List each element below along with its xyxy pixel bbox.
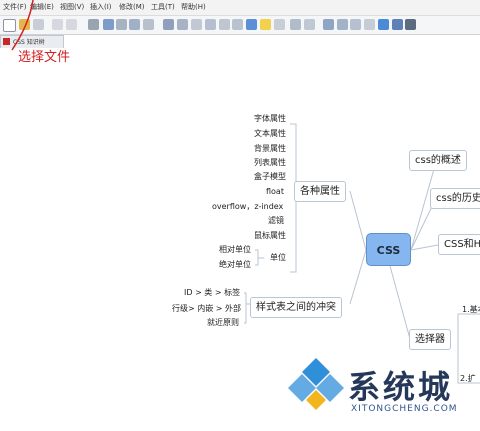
node-float[interactable]: float bbox=[266, 187, 284, 197]
node-proximity-rule[interactable]: 就近原则 bbox=[207, 318, 239, 328]
branch-css-history[interactable]: css的历史 bbox=[430, 188, 480, 209]
node-background-properties[interactable]: 背景属性 bbox=[254, 144, 286, 154]
node-absolute-unit[interactable]: 绝对单位 bbox=[219, 260, 251, 270]
node-relative-unit[interactable]: 相对单位 bbox=[219, 245, 251, 255]
branch-css-overview[interactable]: css的概述 bbox=[409, 150, 467, 171]
central-topic[interactable]: CSS bbox=[366, 233, 411, 266]
node-extended-selector[interactable]: 2.扩 bbox=[460, 374, 476, 384]
node-filter[interactable]: 滤镜 bbox=[268, 216, 284, 226]
branch-css-html[interactable]: CSS和H bbox=[438, 234, 480, 255]
node-id-class-tag[interactable]: ID > 类 > 标签 bbox=[184, 288, 240, 298]
node-text-properties[interactable]: 文本属性 bbox=[254, 129, 286, 139]
node-basic-selector[interactable]: 1.基本 bbox=[462, 305, 480, 315]
branch-properties[interactable]: 各种属性 bbox=[294, 181, 346, 202]
node-overflow-zindex[interactable]: overflow，z-index bbox=[212, 202, 283, 212]
node-unit[interactable]: 单位 bbox=[270, 253, 286, 263]
node-font-properties[interactable]: 字体属性 bbox=[254, 114, 286, 124]
branch-selectors[interactable]: 选择器 bbox=[409, 329, 451, 350]
watermark-logo-icon bbox=[288, 358, 344, 410]
node-cursor-properties[interactable]: 鼠标属性 bbox=[254, 231, 286, 241]
watermark-url: XITONGCHENG.COM bbox=[351, 404, 458, 414]
node-list-properties[interactable]: 列表属性 bbox=[254, 158, 286, 168]
node-inline-embedded-external[interactable]: 行级> 内嵌 > 外部 bbox=[172, 304, 241, 314]
branch-conflict[interactable]: 样式表之间的冲突 bbox=[250, 297, 342, 318]
node-box-model[interactable]: 盒子模型 bbox=[254, 172, 286, 182]
watermark-text: 系统城 bbox=[348, 368, 454, 406]
